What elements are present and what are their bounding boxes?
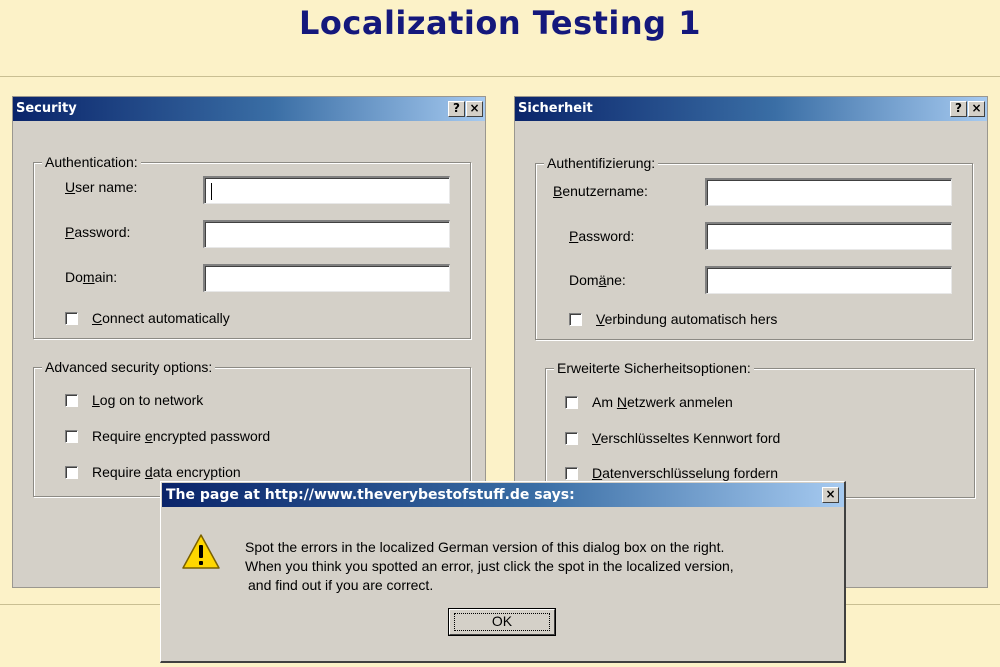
help-button[interactable]: ?	[950, 101, 967, 117]
username-label[interactable]: Benutzername:	[553, 183, 648, 199]
domain-label: Domain:	[65, 269, 118, 285]
alert-close-button[interactable]: ×	[822, 487, 839, 503]
domain-input[interactable]	[203, 264, 450, 292]
logon-network-checkbox[interactable]: Am Netzwerk anmelen	[565, 394, 733, 410]
encrypted-password-checkbox[interactable]: Require encrypted password	[65, 428, 270, 444]
alert-titlebar[interactable]: The page at http://www.theverybestofstuf…	[162, 483, 844, 507]
encrypted-password-checkbox[interactable]: Verschlüsseltes Kennwort ford	[565, 430, 780, 446]
ok-button[interactable]: OK	[449, 609, 555, 635]
password-input[interactable]	[203, 220, 450, 248]
checkbox-box[interactable]	[65, 430, 78, 443]
password-label: Password:	[65, 224, 131, 240]
text-caret	[211, 182, 212, 200]
help-button[interactable]: ?	[448, 101, 465, 117]
username-label: User name:	[65, 179, 138, 195]
domain-input[interactable]	[705, 266, 952, 294]
domain-label[interactable]: Domäne:	[569, 272, 626, 288]
data-encryption-checkbox[interactable]: Require data encryption	[65, 464, 241, 480]
checkbox-box[interactable]	[565, 432, 578, 445]
dialog-titlebar[interactable]: Sicherheit ? ×	[515, 97, 987, 121]
alert-title: The page at http://www.theverybestofstuf…	[166, 487, 575, 503]
username-input[interactable]	[705, 178, 952, 206]
authentication-group-label: Authentifizierung:	[544, 155, 659, 171]
connect-automatically-checkbox[interactable]: Connect automatically	[65, 310, 230, 326]
data-encryption-checkbox[interactable]: Datenverschlüsselung fordern	[565, 465, 778, 481]
checkbox-box[interactable]	[65, 394, 78, 407]
dialog-titlebar[interactable]: Security ? ×	[13, 97, 485, 121]
checkbox-box[interactable]	[565, 467, 578, 480]
authentication-group-label: Authentication:	[42, 154, 141, 170]
header-divider	[0, 76, 1000, 77]
checkbox-box[interactable]	[65, 312, 78, 325]
logon-network-checkbox[interactable]: Log on to network	[65, 392, 203, 408]
username-input[interactable]	[203, 176, 450, 204]
password-input[interactable]	[705, 222, 952, 250]
javascript-alert-dialog: The page at http://www.theverybestofstuf…	[160, 481, 846, 663]
warning-icon	[181, 532, 221, 577]
checkbox-box[interactable]	[565, 396, 578, 409]
close-button[interactable]: ×	[968, 101, 985, 117]
close-button[interactable]: ×	[466, 101, 483, 117]
alert-message-line2: When you think you spotted an error, jus…	[245, 558, 734, 574]
checkbox-box[interactable]	[569, 313, 582, 326]
alert-message-line3: and find out if you are correct.	[248, 577, 434, 593]
page-title: Localization Testing 1	[299, 4, 701, 42]
ok-button-label: OK	[491, 613, 513, 629]
checkbox-box[interactable]	[65, 466, 78, 479]
password-label[interactable]: Password:	[569, 228, 634, 244]
advanced-security-group-label[interactable]: Erweiterte Sicherheitsoptionen:	[554, 360, 754, 376]
connect-automatically-checkbox[interactable]: Verbindung automatisch hers	[569, 311, 777, 327]
alert-message-line1: Spot the errors in the localized German …	[245, 539, 725, 555]
dialog-title: Sicherheit	[518, 101, 593, 116]
dialog-title: Security	[16, 101, 77, 116]
advanced-security-group-label: Advanced security options:	[42, 359, 216, 375]
